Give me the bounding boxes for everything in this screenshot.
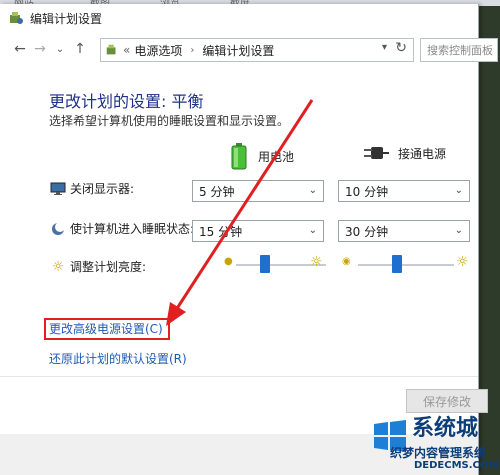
divider — [0, 376, 478, 377]
watermark-subtitle: 织梦内容管理系统 — [390, 446, 487, 460]
watermark-domain: DEDECMS.COM — [414, 460, 499, 471]
watermark-logo: 系统城 织梦内容管理系统 DEDECMS.COM — [370, 410, 500, 475]
watermark-brand: 系统城 — [412, 416, 479, 441]
edit-plan-settings-window: 编辑计划设置 ← → ⌄ ↑ « 电源选项 › 编辑计划设置 ▾ ↻ 搜索控制面… — [0, 4, 498, 475]
